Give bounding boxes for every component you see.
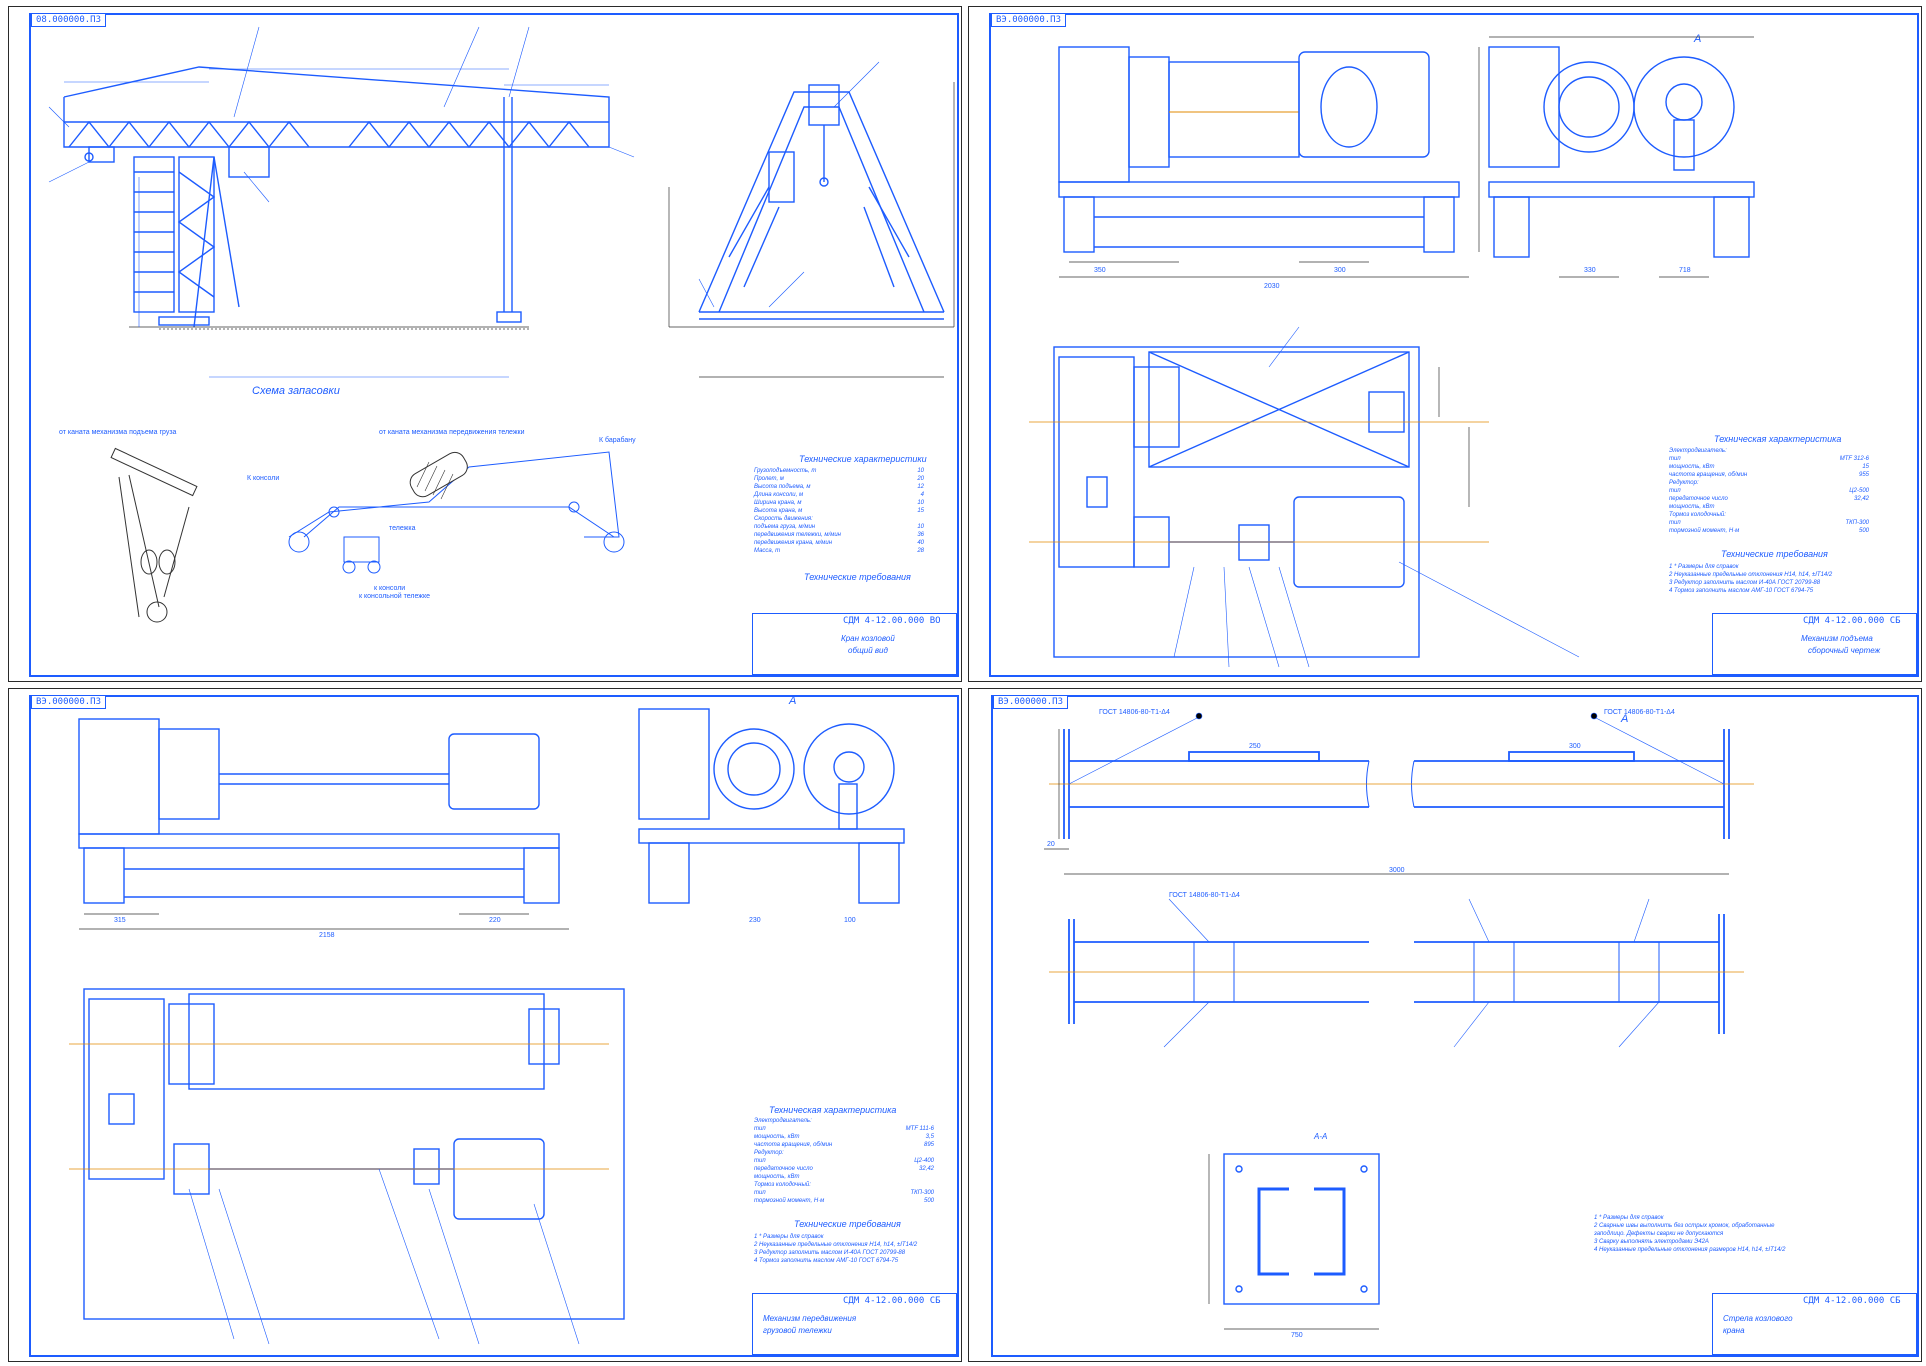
requirements-lines: 1 * Размеры для справок 2 Неуказанные пр… [754, 1234, 918, 1264]
spec-lines: Грузоподъемность, т 10 Пролет, м 20 Высота… [754, 468, 924, 554]
note-hoist-rope: от каната механизма подъема груза [59, 429, 177, 436]
drawing-code: СДМ 4-12.00.000 СБ [843, 1296, 941, 1306]
drawing-title: Стрела козлового [1723, 1314, 1793, 1323]
requirements-lines: 1 * Размеры для справок 2 Сварные швы вы… [1594, 1215, 1786, 1253]
dim-overall: 3000 [1389, 867, 1405, 874]
drawing-title: Кран козловой [841, 634, 895, 643]
drawing-code: СДМ 4-12.00.000 СБ [1803, 1296, 1901, 1306]
spec-heading: Техническая характеристика [1714, 434, 1842, 444]
rope-label-drum: К барабану [599, 437, 636, 444]
title-block: СДМ 4-12.00.000 СБ Механизм подъема сбор… [1712, 613, 1917, 675]
title-block: СДМ 4-12.00.000 СБ Механизм передвижения… [752, 1293, 957, 1355]
dim-end-plate: 20 [1047, 841, 1055, 848]
drawing-sheet-3: ВЭ.000000.ПЗ А 315 2158 220 230 100 Техн… [8, 688, 962, 1362]
rope-label-console-left: К консоли [247, 475, 280, 482]
dim-motor: 300 [1334, 267, 1346, 274]
dim-side-right: 718 [1679, 267, 1691, 274]
dim-rail-pad-right: 300 [1569, 743, 1581, 750]
dim-section: 750 [1291, 1332, 1303, 1339]
spec-heading: Техническая характеристика [769, 1105, 897, 1115]
note-trolley-rope: от каната механизма передвижения тележки [379, 429, 525, 436]
drawing-sheet-2: ВЭ.000000.ПЗ А 350 2030 300 330 718 Техн… [968, 6, 1922, 682]
rope-label-trolley: тележка [389, 525, 416, 532]
title-block: СДМ 4-12.00.000 СБ Стрела козлового кран… [1712, 1293, 1917, 1355]
drawing-sheet-1: 08.000000.ПЗ Схема запасовки от каната м… [8, 6, 962, 682]
weld-note-mid: ГОСТ 14806-80-Т1-Δ4 [1169, 892, 1240, 899]
rope-label-console-trolley: к консольной тележке [359, 593, 430, 600]
drawing-title: Механизм подъема [1801, 634, 1873, 643]
dim-rail-pad: 250 [1249, 743, 1261, 750]
dim-side-right: 100 [844, 917, 856, 924]
requirements-heading: Технические требования [794, 1219, 901, 1229]
spec-lines: Электродвигатель: тип MTF 312-6 мощность,… [1669, 448, 1869, 534]
dim-side-left: 230 [749, 917, 761, 924]
requirements-heading: Технические требования [1721, 549, 1828, 559]
dim-left: 350 [1094, 267, 1106, 274]
requirements-heading: Технические требования [804, 572, 911, 582]
weld-note-top-right: ГОСТ 14806-80-Т1-Δ4 [1604, 709, 1675, 716]
rope-label-console-bottom: к консоли [374, 585, 406, 592]
dim-side-left: 330 [1584, 267, 1596, 274]
dim-motor: 220 [489, 917, 501, 924]
dim-left: 315 [114, 917, 126, 924]
spec-heading: Технические характеристики [799, 454, 927, 464]
weld-note-top-left: ГОСТ 14806-80-Т1-Δ4 [1099, 709, 1170, 716]
drawing-code: СДМ 4-12.00.000 ВО [843, 616, 941, 626]
reeving-scheme-caption: Схема запасовки [252, 385, 340, 397]
drawing-subtitle: крана [1723, 1326, 1745, 1335]
drawing-subtitle: сборочный чертеж [1808, 646, 1881, 655]
drawing-subtitle: общий вид [848, 646, 888, 655]
title-block: СДМ 4-12.00.000 ВО Кран козловой общий в… [752, 613, 957, 675]
boom-views [1044, 712, 1754, 1330]
requirements-lines: 1 * Размеры для справок 2 Неуказанные пр… [1669, 564, 1833, 594]
dim-overall: 2158 [319, 932, 335, 939]
drawing-subtitle: грузовой тележки [763, 1326, 832, 1335]
drawing-title: Механизм передвижения [763, 1314, 857, 1323]
drawing-sheet-4: ВЭ.000000.ПЗ А А-А ГОСТ 14806-80-Т1-Δ4 Г… [968, 688, 1922, 1362]
spec-lines: Электродвигатель: тип MTF 111-6 мощность,… [754, 1118, 934, 1204]
dim-overall: 2030 [1264, 283, 1280, 290]
drawing-code: СДМ 4-12.00.000 СБ [1803, 616, 1901, 626]
